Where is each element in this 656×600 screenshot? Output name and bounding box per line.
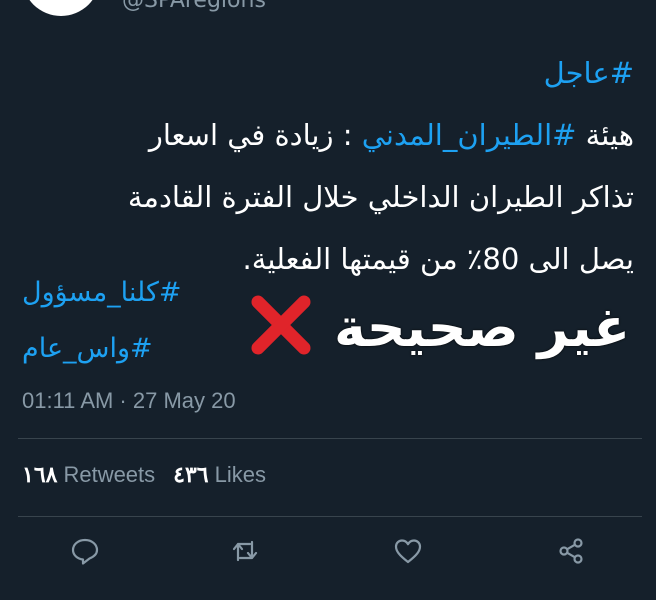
- hashtag-list: #كلنا_مسؤول #واس_عام: [22, 265, 181, 377]
- likes-label: Likes: [214, 462, 266, 487]
- reply-icon[interactable]: [70, 536, 100, 566]
- likes-stat[interactable]: ٤٣٦ Likes: [173, 462, 266, 488]
- tweet-line2: تذاكر الطيران الداخلي خلال الفترة القادم…: [127, 180, 634, 214]
- red-x-icon: [251, 295, 311, 355]
- tweet-line1-suffix: : زيادة في اسعار: [148, 118, 362, 152]
- avatar[interactable]: [22, 0, 100, 16]
- tweet-line1-prefix: هيئة: [576, 118, 634, 152]
- retweets-stat[interactable]: ١٦٨ Retweets: [22, 462, 155, 488]
- user-handle[interactable]: @SPAregions: [122, 0, 266, 13]
- hashtag-civil-aviation[interactable]: #الطيران_المدني: [362, 118, 577, 152]
- hashtag-all-responsible[interactable]: #كلنا_مسؤول: [22, 265, 181, 321]
- heart-icon[interactable]: [393, 536, 423, 566]
- tweet-stats: ١٦٨ Retweets ٤٣٦ Likes: [22, 462, 266, 488]
- divider: [18, 516, 642, 517]
- tweet-text: #عاجل هيئة #الطيران_المدني : زيادة في اس…: [14, 42, 634, 290]
- retweets-label: Retweets: [63, 462, 156, 487]
- likes-count: ٤٣٦: [173, 462, 209, 487]
- tweet-timestamp[interactable]: 01:11 AM · 27 May 20: [22, 388, 236, 414]
- verdict-label: غير صحيحة: [334, 296, 631, 359]
- hashtag-urgent[interactable]: #عاجل: [544, 56, 634, 90]
- action-bar: [0, 530, 656, 574]
- share-icon[interactable]: [556, 536, 586, 566]
- divider: [18, 438, 642, 439]
- retweets-count: ١٦٨: [22, 462, 58, 487]
- retweet-icon[interactable]: [230, 536, 260, 566]
- hashtag-spa-general[interactable]: #واس_عام: [22, 321, 181, 377]
